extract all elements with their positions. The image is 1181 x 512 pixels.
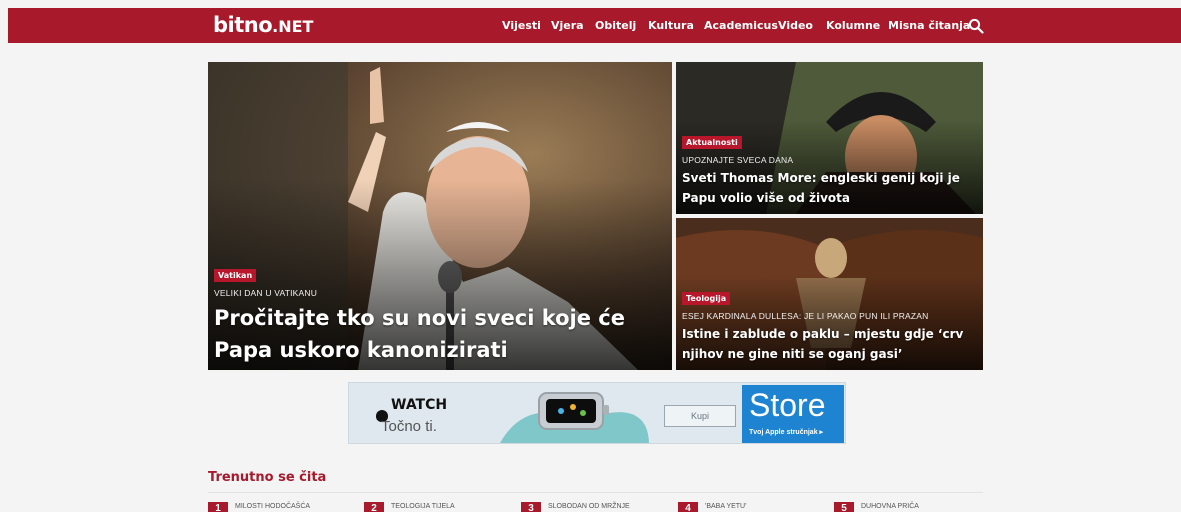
trending-label[interactable]: DUHOVNA PRIČA (861, 502, 919, 512)
trending-rank: 1 (208, 502, 228, 512)
nav-item-obitelj[interactable]: Obitelj (595, 8, 636, 43)
article-kicker: UPOZNAJTE SVECA DANA (682, 155, 794, 165)
nav-item-vijesti[interactable]: Vijesti (502, 8, 541, 43)
top-navigation-bar: bitno.NET Vijesti Vjera Obitelj Kultura … (8, 8, 1181, 43)
trending-rank: 5 (834, 502, 854, 512)
featured-article-side-1[interactable]: Aktualnosti UPOZNAJTE SVECA DANA Sveti T… (676, 62, 983, 214)
featured-article-side-2[interactable]: Teologija ESEJ KARDINALA DULLESA: JE LI … (676, 218, 983, 370)
trending-rank: 2 (364, 502, 384, 512)
watch-image (500, 392, 649, 443)
nav-item-kolumne[interactable]: Kolumne (826, 8, 880, 43)
category-badge[interactable]: Teologija (682, 292, 731, 305)
ad-buy-button[interactable]: Kupi (664, 405, 736, 427)
nav-item-vjera[interactable]: Vjera (551, 8, 584, 43)
article-title[interactable]: Sveti Thomas More: engleski genij koji j… (682, 168, 978, 208)
featured-article-main[interactable]: Vatikan VELIKI DAN U VATIKANU Pročitajte… (208, 62, 672, 370)
trending-item[interactable]: 3 SLOBODAN OD MRŽNJE (521, 502, 630, 512)
article-title[interactable]: Pročitajte tko su novi sveci koje će Pap… (214, 302, 654, 366)
trending-item[interactable]: 2 TEOLOGIJA TIJELA (364, 502, 455, 512)
article-kicker: ESEJ KARDINALA DULLESA: JE LI PAKAO PUN … (682, 311, 929, 321)
trending-label[interactable]: SLOBODAN OD MRŽNJE (548, 502, 630, 512)
trending-label[interactable]: TEOLOGIJA TIJELA (391, 502, 455, 512)
nav-item-academicus[interactable]: Academicus (704, 8, 778, 43)
divider (208, 492, 983, 493)
trending-item[interactable]: 1 MILOSTI HODOČAŠĆA (208, 502, 310, 512)
ad-store-subtitle: Tvoj Apple stručnjak ▸ (749, 429, 824, 436)
advertisement-banner[interactable]: WATCH Točno ti. Kupi Store Tvoj Apple s… (348, 382, 846, 444)
trending-label[interactable]: 'BABA YETU' (705, 502, 746, 512)
ad-tagline: Točno ti. (381, 418, 437, 435)
search-icon[interactable] (968, 18, 984, 34)
nav-item-misna-citanja[interactable]: Misna čitanja (888, 8, 970, 43)
nav-item-video[interactable]: Video (778, 8, 813, 43)
trending-heading: Trenutno se čita (208, 470, 327, 485)
trending-item[interactable]: 5 DUHOVNA PRIČA (834, 502, 919, 512)
trending-rank: 4 (678, 502, 698, 512)
ad-choices-icon[interactable]: ▷X (828, 384, 843, 395)
article-kicker: VELIKI DAN U VATIKANU (214, 288, 318, 298)
nav-item-kultura[interactable]: Kultura (648, 8, 694, 43)
trending-rank: 3 (521, 502, 541, 512)
category-badge[interactable]: Vatikan (214, 269, 257, 282)
article-title[interactable]: Istine i zablude o paklu – mjestu gdje ‘… (682, 324, 978, 364)
site-logo[interactable]: bitno.NET (213, 12, 313, 39)
trending-item[interactable]: 4 'BABA YETU' (678, 502, 746, 512)
trending-label[interactable]: MILOSTI HODOČAŠĆA (235, 502, 310, 512)
category-badge[interactable]: Aktualnosti (682, 136, 742, 149)
ad-store-title: Store (749, 387, 826, 423)
